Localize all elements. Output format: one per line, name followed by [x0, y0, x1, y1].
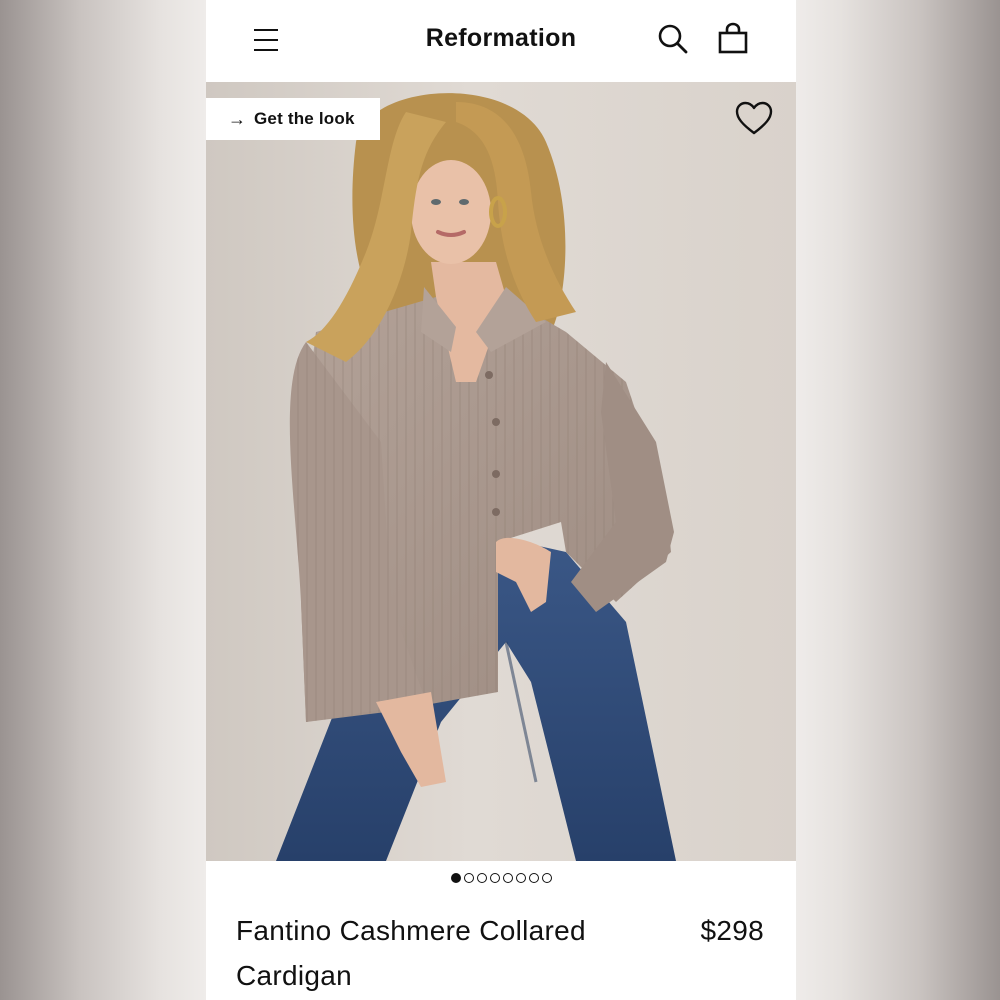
get-the-look-label: Get the look [254, 109, 355, 128]
carousel-dot[interactable] [541, 873, 552, 883]
product-image[interactable]: → Get the look [206, 82, 796, 861]
carousel-dot[interactable] [515, 873, 526, 883]
carousel-dot[interactable] [450, 873, 461, 883]
carousel-dot[interactable] [489, 873, 500, 883]
arrow-right-icon: → [228, 109, 246, 129]
carousel-indicator [206, 873, 796, 883]
search-button[interactable] [656, 22, 690, 56]
carousel-dot[interactable] [463, 873, 474, 883]
search-icon [658, 24, 688, 54]
wishlist-button[interactable] [734, 100, 776, 140]
carousel-dot[interactable] [528, 873, 539, 883]
product-price: $298 [700, 915, 764, 946]
carousel-dot[interactable] [476, 873, 487, 883]
shopping-bag-icon [718, 22, 748, 54]
brand-logo[interactable]: Reformation [206, 24, 796, 53]
cart-button[interactable] [716, 22, 750, 56]
get-the-look-button[interactable]: → Get the look [206, 98, 380, 140]
model-photo [206, 82, 796, 861]
heart-icon [735, 101, 773, 135]
carousel-dot[interactable] [502, 873, 513, 883]
phone-screen: Reformation → Get the look Fantino Cashm… [206, 0, 796, 1000]
top-header: Reformation [206, 0, 796, 82]
product-title: Fantino Cashmere Collared Cardigan [236, 915, 586, 991]
